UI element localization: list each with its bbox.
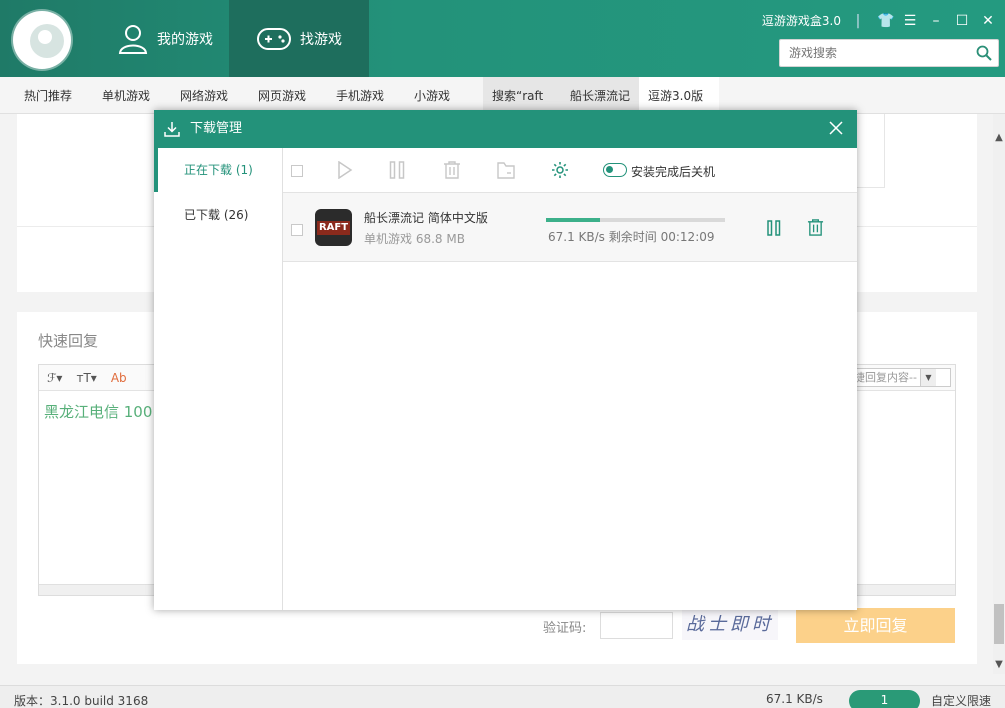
captcha-label: 验证码: [543, 621, 587, 636]
status-bar: 版本：3.1.0 build 3168 67.1 KB/s 1 自定义限速 [0, 685, 1005, 708]
chevron-down-icon: ▼ [920, 369, 936, 386]
subnav-item[interactable]: 单机游戏 [102, 77, 150, 114]
sidebar-item-downloading[interactable]: 正在下载 (1) [154, 148, 282, 192]
remaining-time: 00:12:09 [660, 230, 715, 244]
delete-icon[interactable] [807, 219, 824, 236]
download-icon [164, 122, 180, 137]
subnav-item[interactable]: 手机游戏 [336, 77, 384, 114]
folder-icon[interactable] [497, 161, 515, 179]
reply-text: 黑龙江电信 100 [44, 403, 153, 421]
user-icon [118, 24, 148, 54]
font-color-button[interactable]: Ab [111, 371, 127, 385]
quick-reply-title: 快速回复 [38, 332, 99, 350]
play-icon[interactable] [337, 161, 353, 179]
captcha-input[interactable] [600, 612, 673, 639]
nav-tab-my-games[interactable]: 我的游戏 [95, 0, 235, 77]
search-box [779, 39, 999, 67]
version-text: 版本：3.1.0 build 3168 [14, 694, 149, 708]
search-input[interactable] [780, 40, 970, 66]
download-speed-text: 67.1 KB/s [548, 230, 605, 244]
close-icon[interactable]: ✕ [981, 13, 995, 29]
scroll-thumb[interactable] [994, 604, 1004, 644]
speed-limit-button[interactable]: 自定义限速 [931, 692, 991, 708]
dialog-header: 下载管理 [154, 110, 857, 148]
pause-icon[interactable] [767, 220, 781, 236]
shutdown-toggle-label: 安装完成后关机 [631, 165, 716, 179]
shutdown-toggle[interactable] [603, 163, 627, 177]
tab-raft[interactable]: 船长漂流记 [561, 77, 641, 114]
maximize-icon[interactable]: ☐ [955, 13, 969, 29]
delete-icon[interactable] [443, 161, 461, 179]
scroll-up-icon[interactable]: ▲ [993, 132, 1005, 143]
game-name: 船长漂流记 简体中文版 [364, 211, 488, 225]
nav-tab-label: 我的游戏 [157, 31, 213, 48]
subnav-item[interactable]: 网络游戏 [180, 77, 228, 114]
subnav-item[interactable]: 热门推荐 [24, 77, 72, 114]
remaining-label: 剩余时间 [608, 230, 657, 244]
game-icon: RAFT [315, 209, 352, 246]
captcha-image[interactable]: 战士即时 [682, 610, 778, 640]
select-all-checkbox[interactable] [291, 165, 303, 177]
game-category: 单机游戏 [364, 232, 413, 246]
font-family-button[interactable]: ℱ▾ [47, 371, 62, 385]
download-toolbar: 安装完成后关机 [283, 148, 857, 193]
row-checkbox[interactable] [291, 224, 303, 236]
nav-tab-label: 找游戏 [300, 31, 342, 48]
page-scrollbar[interactable]: ▲ ▼ [993, 114, 1005, 674]
progress-fill [546, 218, 600, 222]
download-sidebar: 正在下载 (1) 已下载 (26) [154, 148, 283, 610]
content-card [855, 114, 885, 188]
submit-reply-button[interactable]: 立即回复 [796, 608, 955, 643]
tab-douyou-3[interactable]: 逗游3.0版 [639, 77, 719, 114]
download-manager-dialog: 下载管理 正在下载 (1) 已下载 (26) 安装完成后关机 RAFT 船长漂流… [154, 110, 857, 610]
progress-bar [546, 218, 725, 222]
quick-reply-select[interactable]: 捷回复内容-- ▼ [851, 368, 951, 387]
scroll-down-icon[interactable]: ▼ [993, 659, 1005, 670]
subnav-item[interactable]: 网页游戏 [258, 77, 306, 114]
dialog-title: 下载管理 [190, 121, 243, 136]
download-row[interactable]: RAFT 船长漂流记 简体中文版 单机游戏 68.8 MB 67.1 KB/s … [283, 193, 857, 262]
window-controls: 逗游游戏盒3.0 | 👕 ☰ – ☐ ✕ [761, 12, 995, 29]
minimize-icon[interactable]: – [929, 13, 943, 29]
category-nav: 热门推荐 单机游戏 网络游戏 网页游戏 手机游戏 小游戏 搜索“raft 船长漂… [0, 77, 1005, 114]
pause-icon[interactable] [389, 161, 405, 179]
font-size-button[interactable]: тT▾ [76, 371, 96, 385]
gamepad-icon [257, 27, 291, 50]
game-size: 68.8 MB [415, 232, 465, 246]
game-meta: 单机游戏 68.8 MB [364, 230, 465, 247]
search-icon[interactable] [976, 45, 992, 61]
menu-icon[interactable]: ☰ [903, 13, 917, 29]
nav-tab-find-games[interactable]: 找游戏 [229, 0, 369, 77]
tab-search-raft[interactable]: 搜索“raft [483, 77, 563, 114]
progress-info: 67.1 KB/s 剩余时间 00:12:09 [548, 228, 715, 245]
close-icon[interactable] [827, 119, 845, 137]
app-logo[interactable] [13, 11, 71, 69]
download-speed: 67.1 KB/s [766, 692, 823, 706]
sidebar-item-downloaded[interactable]: 已下载 (26) [154, 193, 282, 237]
download-count-badge[interactable]: 1 [849, 690, 920, 708]
tshirt-icon[interactable]: 👕 [877, 13, 894, 29]
settings-icon[interactable] [551, 161, 569, 179]
app-header: 我的游戏 找游戏 逗游游戏盒3.0 | 👕 ☰ – ☐ ✕ [0, 0, 1005, 77]
subnav-item[interactable]: 小游戏 [414, 77, 450, 114]
app-title: 逗游游戏盒3.0 [761, 14, 841, 28]
